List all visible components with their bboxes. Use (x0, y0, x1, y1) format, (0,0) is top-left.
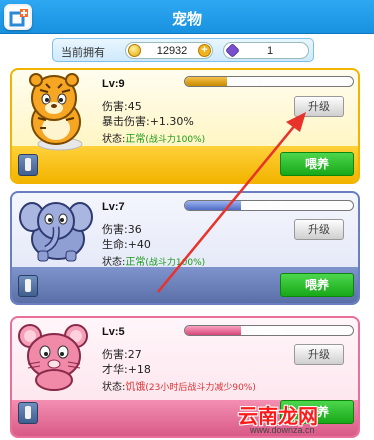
coin-value: 12932 (156, 45, 188, 57)
elephant-icon (19, 202, 93, 262)
pet-bonus: 暴击伤害:+1.30% (102, 115, 194, 128)
resource-bar: 当前拥有 12932 + 1 (52, 38, 314, 62)
gem-counter: 1 (223, 42, 309, 59)
xp-percent: 33.33% (255, 326, 283, 335)
feed-button[interactable]: 喂养 (280, 273, 354, 297)
pet-card-tiger: Lv:9 25% 伤害:45 暴击伤害:+1.30% 升级 状态:正常(战斗力1… (10, 68, 360, 184)
status-detail: (23小时后战斗力减少90%) (145, 383, 256, 393)
pet-damage: 伤害:36 (102, 223, 142, 236)
pet-card-elephant: Lv:7 33.33% 伤害:36 生命:+40 升级 状态:正常(战斗力100… (10, 191, 360, 305)
upgrade-button[interactable]: 升级 (294, 219, 344, 240)
pet-bonus: 才华:+18 (102, 363, 151, 376)
xp-bar: 25% (184, 76, 354, 87)
status-detail: (战斗力100%) (145, 258, 206, 268)
feed-button[interactable]: 喂养 (280, 152, 354, 176)
potion-button[interactable] (18, 154, 38, 176)
upgrade-button[interactable]: 升级 (294, 344, 344, 365)
pet-bonus: 生命:+40 (102, 238, 151, 251)
pet-damage: 伤害:45 (102, 100, 142, 113)
potion-button[interactable] (18, 275, 38, 297)
resource-label: 当前拥有 (61, 46, 105, 59)
mouse-icon (18, 324, 88, 391)
status-value: 饥饿 (125, 382, 146, 393)
watermark-url: www.downza.cn (250, 425, 315, 435)
status-value: 正常 (125, 257, 146, 268)
potion-button[interactable] (18, 402, 38, 424)
header-bar: 宠物 (0, 0, 374, 34)
pet-status: 状态:正常(战斗力100%) (102, 253, 205, 268)
pet-status: 状态:饥饿(23小时后战斗力减少90%) (102, 378, 256, 393)
xp-bar: 33.33% (184, 325, 354, 336)
status-label: 状态: (102, 134, 126, 145)
coin-icon (128, 44, 141, 57)
coin-counter: 12932 + (125, 42, 213, 59)
status-label: 状态: (102, 257, 126, 268)
page-title: 宠物 (171, 10, 202, 28)
pet-level: Lv:9 (102, 78, 125, 90)
upgrade-button[interactable]: 升级 (294, 96, 344, 117)
gem-value: 1 (266, 45, 274, 57)
xp-percent: 33.33% (255, 201, 283, 210)
pet-level: Lv:5 (102, 326, 125, 338)
pet-damage: 伤害:27 (102, 348, 142, 361)
status-label: 状态: (102, 382, 126, 393)
xp-percent: 25% (260, 77, 277, 86)
add-coins-button[interactable]: + (198, 44, 211, 57)
tiger-icon (29, 73, 83, 151)
gem-icon (225, 43, 240, 58)
pet-status: 状态:正常(战斗力100%) (102, 130, 205, 145)
pet-level: Lv:7 (102, 201, 125, 213)
status-detail: (战斗力100%) (145, 135, 206, 145)
status-value: 正常 (125, 134, 146, 145)
xp-bar: 33.33% (184, 200, 354, 211)
